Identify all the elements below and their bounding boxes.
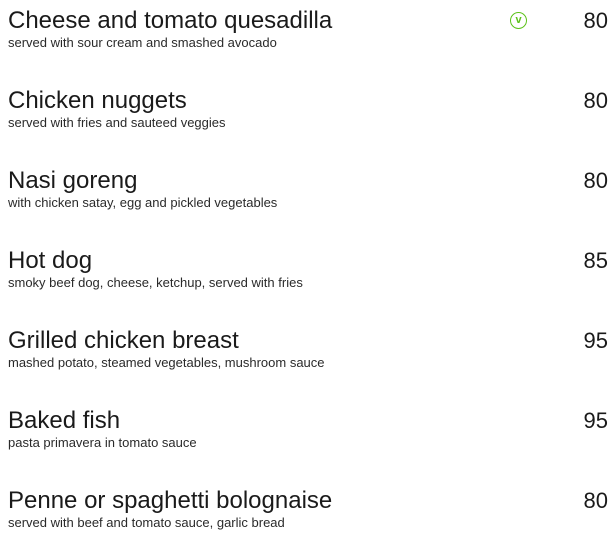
item-price: 80 (583, 8, 608, 33)
item-description: served with fries and sauteed veggies (8, 115, 226, 130)
item-name: Grilled chicken breast (8, 327, 239, 354)
item-name: Cheese and tomato quesadilla (8, 7, 333, 34)
item-price: 85 (583, 248, 608, 273)
menu-item-quesadilla: Cheese and tomato quesadilla v 80 served… (0, 6, 614, 66)
item-price: 80 (583, 88, 608, 113)
menu-list: Cheese and tomato quesadilla v 80 served… (0, 0, 614, 546)
item-price: 80 (583, 488, 608, 513)
menu-item-bolognaise: Penne or spaghetti bolognaise 80 served … (0, 486, 614, 546)
item-price: 95 (583, 328, 608, 353)
menu-item-hot-dog: Hot dog 85 smoky beef dog, cheese, ketch… (0, 246, 614, 306)
item-name: Chicken nuggets (8, 87, 187, 114)
item-name: Hot dog (8, 247, 93, 274)
item-description: mashed potato, steamed vegetables, mushr… (8, 355, 325, 370)
menu-item-nasi-goreng: Nasi goreng 80 with chicken satay, egg a… (0, 166, 614, 226)
item-description: served with beef and tomato sauce, garli… (8, 515, 285, 530)
menu-item-grilled-chicken-breast: Grilled chicken breast 95 mashed potato,… (0, 326, 614, 386)
item-description: pasta primavera in tomato sauce (8, 435, 197, 450)
menu-item-baked-fish: Baked fish 95 pasta primavera in tomato … (0, 406, 614, 466)
item-name: Nasi goreng (8, 167, 138, 194)
vegetarian-icon: v (510, 12, 527, 29)
item-description: smoky beef dog, cheese, ketchup, served … (8, 275, 303, 290)
item-name: Penne or spaghetti bolognaise (8, 487, 333, 514)
item-description: served with sour cream and smashed avoca… (8, 35, 277, 50)
item-description: with chicken satay, egg and pickled vege… (8, 195, 278, 210)
item-name: Baked fish (8, 407, 121, 434)
item-price: 95 (583, 408, 608, 433)
item-price: 80 (583, 168, 608, 193)
menu-item-chicken-nuggets: Chicken nuggets 80 served with fries and… (0, 86, 614, 146)
